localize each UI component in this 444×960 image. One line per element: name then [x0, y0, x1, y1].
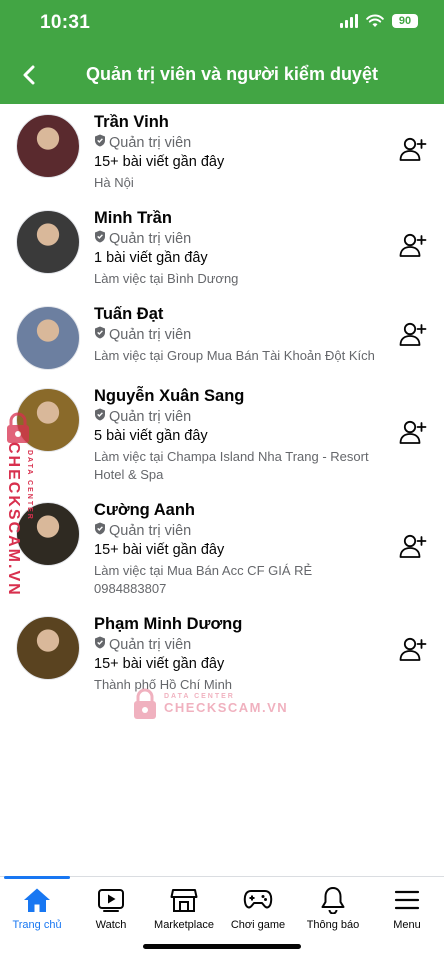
tab-label: Thông báo — [306, 919, 360, 931]
add-friend-icon — [399, 532, 427, 565]
member-info: Minh Trần Quản trị viên 1 bài viết gần đây… — [94, 208, 428, 286]
member-name[interactable]: Phạm Minh Dương — [94, 614, 384, 635]
add-friend-icon — [399, 231, 427, 264]
menu-icon — [370, 885, 444, 915]
add-friend-button[interactable] — [398, 321, 428, 351]
member-role-label: Quản trị viên — [109, 523, 192, 539]
member-info: Phạm Minh Dương Quản trị viên 15+ bài viết… — [94, 614, 428, 692]
member-role-label: Quản trị viên — [109, 637, 192, 653]
add-friend-icon — [399, 635, 427, 668]
tab-gaming[interactable]: Chơi game — [221, 885, 295, 931]
member-info: Tuấn Đạt Quản trị viên Làm việc tại Group … — [94, 304, 428, 368]
member-post-count: 5 bài viết gần đây — [94, 428, 208, 444]
member-name[interactable]: Nguyễn Xuân Sang — [94, 386, 384, 407]
lock-icon — [134, 688, 156, 719]
member-role: Quản trị viên — [94, 635, 384, 655]
add-friend-button[interactable] — [398, 136, 428, 166]
member-name[interactable]: Trần Vinh — [94, 112, 384, 133]
status-indicators: 90 — [340, 14, 418, 28]
member-role: Quản trị viên — [94, 325, 384, 345]
admin-shield-icon — [94, 635, 106, 655]
tab-menu[interactable]: Menu — [370, 885, 444, 931]
member-role-label: Quản trị viên — [109, 135, 192, 151]
member-row[interactable]: Phạm Minh Dương Quản trị viên 15+ bài viết… — [0, 606, 444, 698]
add-friend-icon — [399, 135, 427, 168]
member-post-count: 15+ bài viết gần đây — [94, 154, 225, 170]
member-detail: Làm việc tại Mua Bán Acc CF GIÁ RẺ 09848… — [94, 563, 313, 596]
bell-icon — [296, 885, 370, 915]
member-role: Quản trị viên — [94, 407, 384, 427]
status-time: 10:31 — [40, 12, 91, 33]
watch-icon — [74, 885, 148, 915]
tab-home[interactable]: Trang chủ — [0, 885, 74, 931]
member-role-label: Quản trị viên — [109, 409, 192, 425]
member-name[interactable]: Tuấn Đạt — [94, 304, 384, 325]
add-friend-icon — [399, 320, 427, 353]
member-row[interactable]: Minh Trần Quản trị viên 1 bài viết gần đây… — [0, 200, 444, 296]
signal-icon — [340, 14, 358, 28]
page-title: Quản trị viên và người kiểm duyệt — [86, 64, 378, 84]
tab-watch[interactable]: Watch — [74, 885, 148, 931]
admin-list: Trần Vinh Quản trị viên 15+ bài viết gần đ… — [0, 104, 444, 698]
member-name[interactable]: Minh Trần — [94, 208, 384, 229]
member-row[interactable]: Cường Aanh Quản trị viên 15+ bài viết gần … — [0, 492, 444, 606]
member-row[interactable]: Trần Vinh Quản trị viên 15+ bài viết gần đ… — [0, 104, 444, 200]
member-post-count: 1 bài viết gần đây — [94, 250, 208, 266]
member-role: Quản trị viên — [94, 229, 384, 249]
tab-bell[interactable]: Thông báo — [296, 885, 370, 931]
add-friend-button[interactable] — [398, 533, 428, 563]
tab-marketplace[interactable]: Marketplace — [147, 885, 221, 931]
tab-label: Menu — [393, 919, 421, 931]
member-post-count: 15+ bài viết gần đây — [94, 542, 225, 558]
admin-shield-icon — [94, 521, 106, 541]
side-watermark-small-text: DATA CENTER — [26, 450, 33, 521]
watermark: DATA CENTER CHECKSCAM.VN — [132, 688, 288, 720]
member-role: Quản trị viên — [94, 133, 384, 153]
status-bar: 10:31 90 — [0, 0, 444, 46]
member-detail: Làm việc tại Group Mua Bán Tài Khoản Đột… — [94, 348, 375, 363]
wifi-icon — [366, 14, 384, 27]
watermark-big-text: CHECKSCAM.VN — [164, 700, 289, 715]
battery-indicator: 90 — [392, 14, 418, 28]
avatar[interactable] — [16, 114, 80, 178]
active-tab-indicator — [4, 876, 70, 879]
admin-shield-icon — [94, 407, 106, 427]
member-role-label: Quản trị viên — [109, 231, 192, 247]
add-friend-button[interactable] — [398, 232, 428, 262]
add-friend-button[interactable] — [398, 636, 428, 666]
add-friend-icon — [399, 418, 427, 451]
add-friend-button[interactable] — [398, 419, 428, 449]
side-watermark-big-text: CHECKSCAM.VN — [5, 442, 22, 597]
tab-label: Watch — [95, 919, 127, 931]
home-icon — [0, 885, 74, 915]
admin-shield-icon — [94, 325, 106, 345]
marketplace-icon — [147, 885, 221, 915]
member-info: Cường Aanh Quản trị viên 15+ bài viết gần … — [94, 500, 428, 596]
avatar[interactable] — [16, 306, 80, 370]
tab-label: Marketplace — [154, 919, 214, 931]
member-post-count: 15+ bài viết gần đây — [94, 656, 225, 672]
member-role: Quản trị viên — [94, 521, 384, 541]
member-detail: Hà Nội — [94, 175, 134, 190]
app-header: Quản trị viên và người kiểm duyệt — [0, 46, 444, 104]
tab-label: Chơi game — [230, 919, 286, 931]
member-row[interactable]: Tuấn Đạt Quản trị viên Làm việc tại Group … — [0, 296, 444, 378]
avatar[interactable] — [16, 210, 80, 274]
member-info: Nguyễn Xuân Sang Quản trị viên 5 bài viết … — [94, 386, 428, 482]
member-detail: Làm việc tại Champa Island Nha Trang - R… — [94, 449, 369, 482]
tab-label: Trang chủ — [12, 919, 62, 931]
member-name[interactable]: Cường Aanh — [94, 500, 384, 521]
member-role-label: Quản trị viên — [109, 327, 192, 343]
member-info: Trần Vinh Quản trị viên 15+ bài viết gần đ… — [94, 112, 428, 190]
home-indicator — [143, 944, 301, 949]
member-detail: Làm việc tại Bình Dương — [94, 271, 239, 286]
gaming-icon — [221, 885, 295, 915]
watermark-small-text: DATA CENTER — [164, 693, 235, 700]
side-lock-icon — [7, 412, 29, 443]
admin-shield-icon — [94, 133, 106, 153]
admin-shield-icon — [94, 229, 106, 249]
member-row[interactable]: Nguyễn Xuân Sang Quản trị viên 5 bài viết … — [0, 378, 444, 492]
avatar[interactable] — [16, 616, 80, 680]
